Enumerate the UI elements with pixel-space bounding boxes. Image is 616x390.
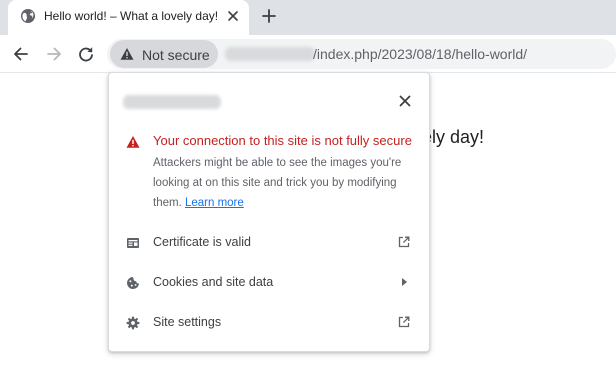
security-warning-body: Attackers might be able to see the image… [153,153,419,213]
url-path: /index.php/2023/08/18/hello-world/ [313,46,528,62]
external-link-icon [398,316,410,328]
tab-title: Hello world! – What a lovely day! [44,9,219,23]
page-info-bubble: Your connection to this site is not full… [108,72,430,352]
security-chip[interactable]: Not secure [110,40,218,68]
certificate-label: Certificate is valid [153,235,251,249]
redacted-domain [225,47,315,61]
arrow-right-icon[interactable] [44,44,64,64]
reload-icon[interactable] [76,44,96,64]
security-chip-label: Not secure [142,47,210,63]
redacted-site-name [123,95,221,109]
external-link-icon [398,236,410,248]
tab-strip: Hello world! – What a lovely day! [0,0,616,35]
certificate-row[interactable]: Certificate is valid [109,223,429,263]
gear-icon [126,316,140,330]
site-settings-label: Site settings [153,315,222,329]
cookie-icon [127,277,139,289]
cookies-row[interactable]: Cookies and site data [109,263,429,303]
warning-triangle-icon [120,48,134,60]
browser-toolbar: Not secure /index.php/2023/08/18/hello-w… [0,35,616,73]
globe-icon [21,9,35,23]
close-icon[interactable] [398,94,412,108]
address-bar[interactable]: Not secure /index.php/2023/08/18/hello-w… [107,39,616,69]
chevron-right-icon [402,278,407,286]
certificate-icon [127,238,139,248]
site-settings-row[interactable]: Site settings [109,303,429,343]
plus-icon[interactable] [261,8,277,24]
close-icon[interactable] [226,9,240,23]
active-tab[interactable]: Hello world! – What a lovely day! [8,0,249,35]
arrow-left-icon[interactable] [11,44,31,64]
cookies-label: Cookies and site data [153,275,274,289]
security-warning-title: Your connection to this site is not full… [153,133,412,148]
warning-triangle-icon [126,136,140,148]
learn-more-link[interactable]: Learn more [185,197,244,209]
